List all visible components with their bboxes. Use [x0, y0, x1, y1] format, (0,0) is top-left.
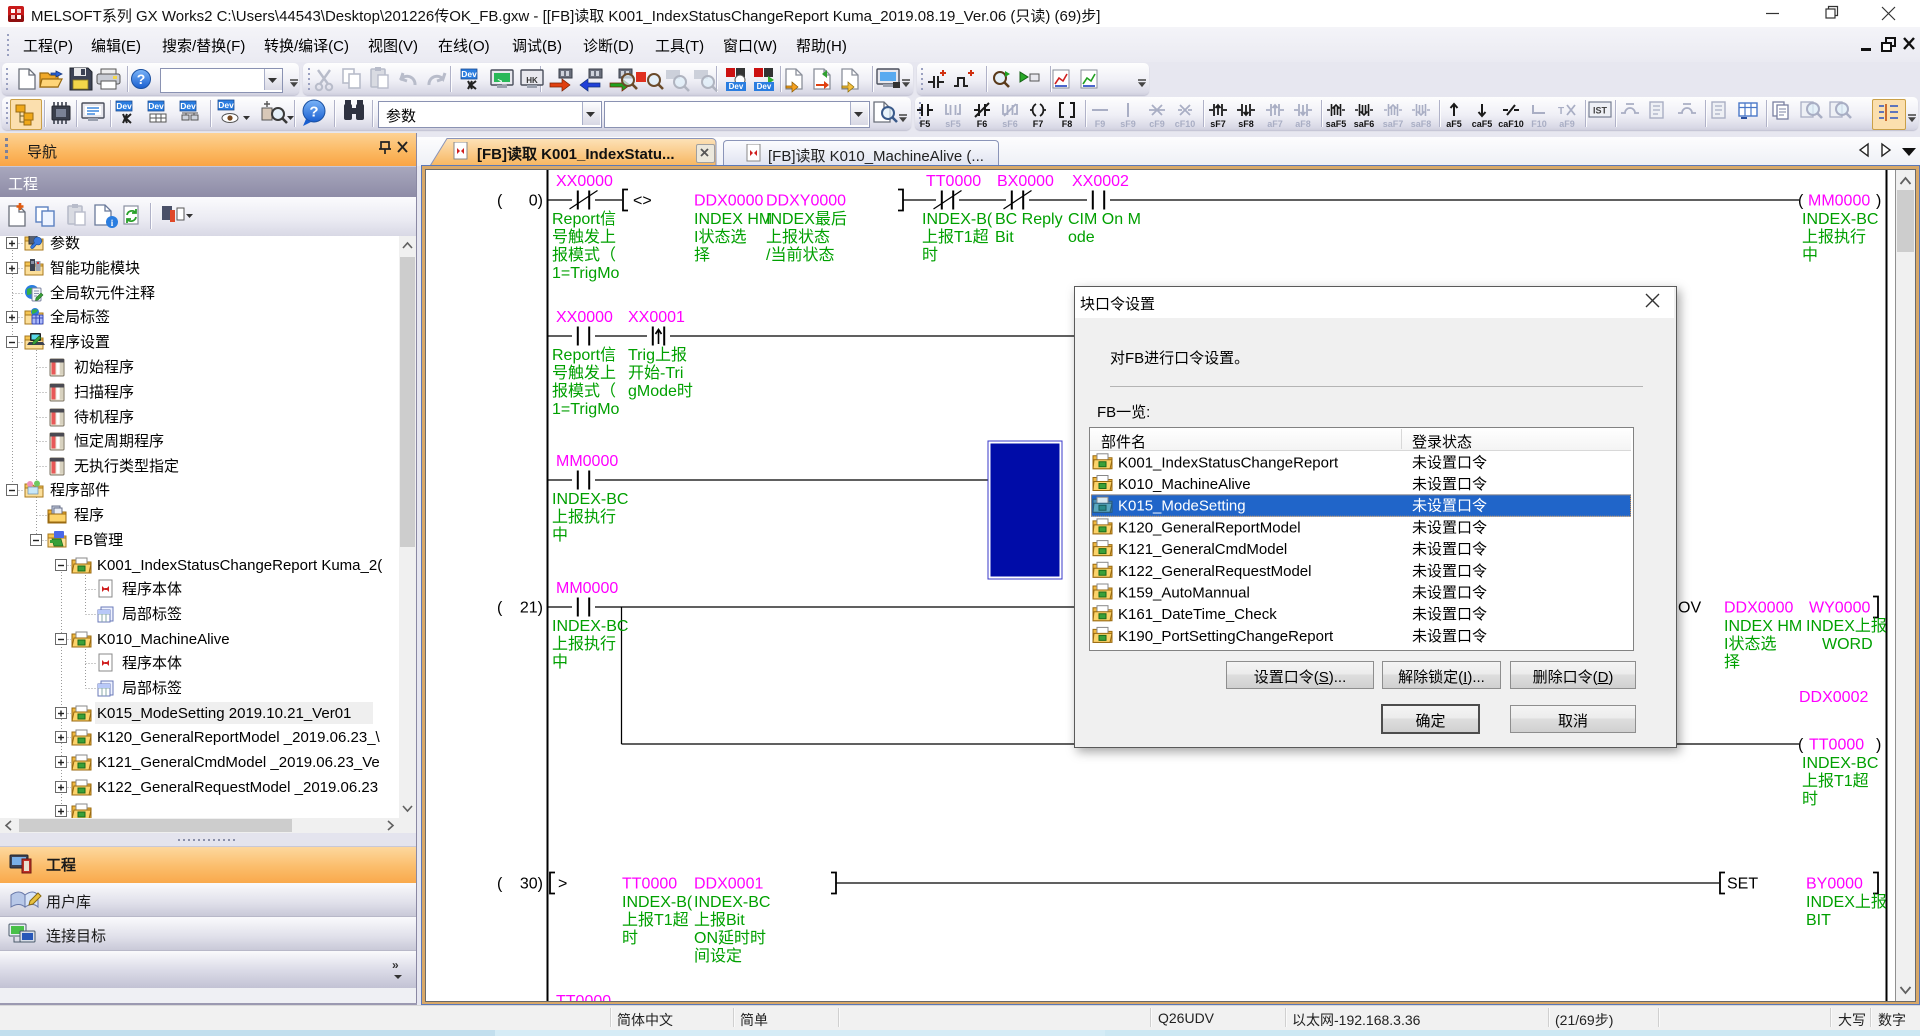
svg-text:中: 中 — [552, 526, 568, 544]
svg-text:间设定: 间设定 — [694, 947, 742, 965]
svg-text:上报Bit: 上报Bit — [694, 911, 745, 929]
svg-text:上报执行: 上报执行 — [1802, 228, 1866, 246]
svg-text:TT0000: TT0000 — [1809, 737, 1864, 754]
svg-text:I状态选: I状态选 — [1724, 635, 1776, 653]
svg-text:INDEX-B(: INDEX-B( — [922, 211, 993, 228]
svg-text:21): 21) — [520, 600, 543, 617]
svg-text:INDEX-BC: INDEX-BC — [1802, 211, 1878, 228]
svg-text:SET: SET — [1727, 876, 1758, 893]
svg-text:XX0002: XX0002 — [1072, 173, 1129, 190]
svg-text:INDEX上报: INDEX上报 — [1806, 617, 1887, 635]
svg-text:>: > — [558, 876, 567, 893]
svg-text:INDEX-BC: INDEX-BC — [694, 894, 770, 911]
svg-text:BX0000: BX0000 — [997, 173, 1054, 190]
svg-text:INDEX-BC: INDEX-BC — [1802, 755, 1878, 772]
svg-text:报模式（: 报模式（ — [552, 382, 616, 400]
svg-text:OV: OV — [1678, 600, 1701, 617]
svg-text:BY0000: BY0000 — [1806, 876, 1863, 893]
svg-text:Trig上报: Trig上报 — [628, 346, 687, 364]
svg-text:INDEX HM: INDEX HM — [694, 211, 772, 228]
svg-text:XX0000: XX0000 — [556, 309, 613, 326]
svg-text:ON延时时: ON延时时 — [694, 929, 766, 947]
svg-text:上报T1超: 上报T1超 — [1802, 772, 1869, 790]
svg-text:(: ( — [497, 876, 503, 893]
svg-text:DDX0000: DDX0000 — [1724, 600, 1793, 617]
svg-text:BIT: BIT — [1806, 912, 1831, 929]
svg-text:WY0000: WY0000 — [1809, 600, 1870, 617]
svg-text:上报执行: 上报执行 — [552, 635, 616, 653]
svg-text:DDX0001: DDX0001 — [694, 876, 763, 893]
svg-text:BC Reply: BC Reply — [995, 211, 1063, 228]
svg-text:INDEX HM: INDEX HM — [1724, 618, 1802, 635]
svg-text:INDEX上报: INDEX上报 — [1806, 893, 1887, 911]
svg-text:I状态选: I状态选 — [694, 228, 746, 246]
svg-text:号触发上: 号触发上 — [552, 228, 616, 246]
svg-text:时: 时 — [622, 929, 638, 947]
svg-text:MM0000: MM0000 — [556, 453, 618, 470]
svg-text:时: 时 — [1802, 790, 1818, 808]
svg-text:(: ( — [497, 193, 503, 210]
svg-text:INDEX-B(: INDEX-B( — [622, 894, 693, 911]
svg-text:1=TrigMo: 1=TrigMo — [552, 401, 620, 418]
svg-text:/当前状态: /当前状态 — [766, 246, 834, 264]
svg-text:时: 时 — [922, 246, 938, 264]
svg-text:上报状态: 上报状态 — [766, 228, 830, 246]
svg-text:(: ( — [1798, 193, 1804, 210]
svg-text:MM0000: MM0000 — [556, 580, 618, 597]
svg-text:MM0000: MM0000 — [1808, 193, 1870, 210]
svg-text:TT0000: TT0000 — [622, 876, 677, 893]
svg-text:上报T1超: 上报T1超 — [922, 228, 989, 246]
svg-text:上报执行: 上报执行 — [552, 508, 616, 526]
svg-text:Bit: Bit — [995, 229, 1014, 246]
svg-text:30): 30) — [520, 876, 543, 893]
svg-text:报模式（: 报模式（ — [552, 246, 616, 264]
svg-text:»: » — [392, 958, 399, 972]
svg-text:择: 择 — [694, 246, 710, 264]
svg-text:中: 中 — [552, 653, 568, 671]
svg-text:Report信: Report信 — [552, 210, 616, 228]
svg-text:): ) — [1876, 193, 1881, 210]
svg-text:WORD: WORD — [1822, 636, 1873, 653]
svg-text:TT0000: TT0000 — [926, 173, 981, 190]
svg-text:0): 0) — [529, 193, 543, 210]
svg-text:(: ( — [1798, 737, 1804, 754]
svg-text:TT0000: TT0000 — [556, 993, 611, 1001]
svg-text:DDXY0000: DDXY0000 — [766, 193, 846, 210]
svg-text:DDX0000: DDX0000 — [694, 193, 763, 210]
svg-text:<>: <> — [633, 193, 652, 210]
svg-text:择: 择 — [1724, 653, 1740, 671]
svg-text:): ) — [1876, 737, 1881, 754]
svg-text:XX0000: XX0000 — [556, 173, 613, 190]
svg-text:DDX0002: DDX0002 — [1799, 689, 1868, 706]
svg-text:ode: ode — [1068, 229, 1095, 246]
svg-text:INDEX最后: INDEX最后 — [766, 210, 847, 228]
svg-text:CIM On M: CIM On M — [1068, 211, 1141, 228]
svg-text:XX0001: XX0001 — [628, 309, 685, 326]
svg-text:INDEX-BC: INDEX-BC — [552, 491, 628, 508]
svg-text:上报T1超: 上报T1超 — [622, 911, 689, 929]
svg-text:gMode时: gMode时 — [628, 382, 693, 400]
svg-text:Report信: Report信 — [552, 346, 616, 364]
svg-text:开始-Tri: 开始-Tri — [628, 364, 683, 382]
svg-text:中: 中 — [1802, 246, 1818, 264]
svg-text:号触发上: 号触发上 — [552, 364, 616, 382]
svg-text:INDEX-BC: INDEX-BC — [552, 618, 628, 635]
svg-text:1=TrigMo: 1=TrigMo — [552, 265, 620, 282]
svg-text:(: ( — [497, 600, 503, 617]
